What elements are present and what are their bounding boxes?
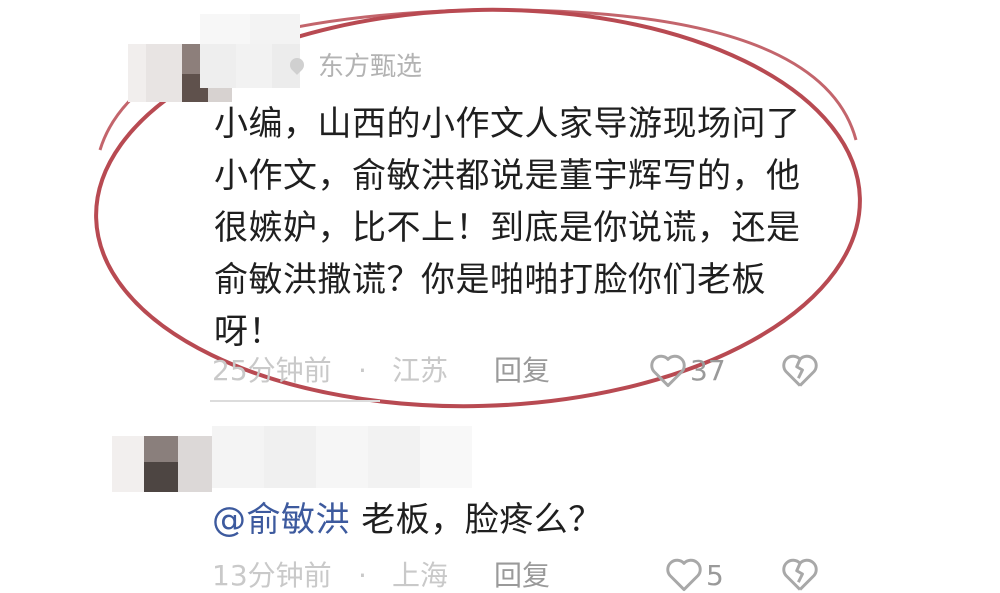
comment-1-line: 很嫉妒，比不上！到底是你说谎，还是 — [214, 208, 801, 248]
comment-1-line: 呀！ — [214, 312, 283, 352]
comment-2-text: @俞敏洪 老板，脸疼么？ — [212, 494, 603, 546]
comment-1-reply-button[interactable]: 回复 — [494, 357, 550, 385]
avatar-pixelated[interactable] — [112, 436, 212, 492]
mention-link[interactable]: @俞敏洪 — [212, 500, 350, 540]
broken-heart-icon[interactable] — [780, 556, 820, 592]
username-pixelated[interactable] — [200, 14, 300, 88]
comment-1-time: 25分钟前 — [212, 354, 332, 387]
source-tag[interactable]: 东方甄选 — [318, 54, 422, 80]
comment-1-line: 俞敏洪撒谎？你是啪啪打脸你们老板 — [214, 260, 766, 300]
comment-1-like-count: 37 — [690, 354, 726, 387]
comment-1-location: 江苏 — [392, 354, 449, 387]
heart-outline-icon[interactable] — [664, 556, 704, 592]
comment-1-line: 小作文，俞敏洪都说是董宇辉写的，他 — [214, 156, 801, 196]
divider — [210, 400, 380, 402]
comment-2-location: 上海 — [392, 559, 449, 592]
comment-1-line: 小编，山西的小作文人家导游现场问了 — [214, 104, 801, 144]
username-pixelated[interactable] — [212, 426, 472, 488]
comment-2-body: 老板，脸疼么？ — [350, 500, 603, 540]
comment-2-like-count: 5 — [706, 559, 724, 592]
heart-outline-icon[interactable] — [648, 352, 688, 388]
meta-separator: · — [358, 559, 367, 592]
meta-separator: · — [358, 354, 367, 387]
comment-2-reply-button[interactable]: 回复 — [494, 562, 550, 590]
broken-heart-icon[interactable] — [780, 352, 820, 388]
comment-1-text: 小编，山西的小作文人家导游现场问了 小作文，俞敏洪都说是董宇辉写的，他 很嫉妒，… — [214, 98, 854, 358]
comment-2-time: 13分钟前 — [212, 559, 332, 592]
